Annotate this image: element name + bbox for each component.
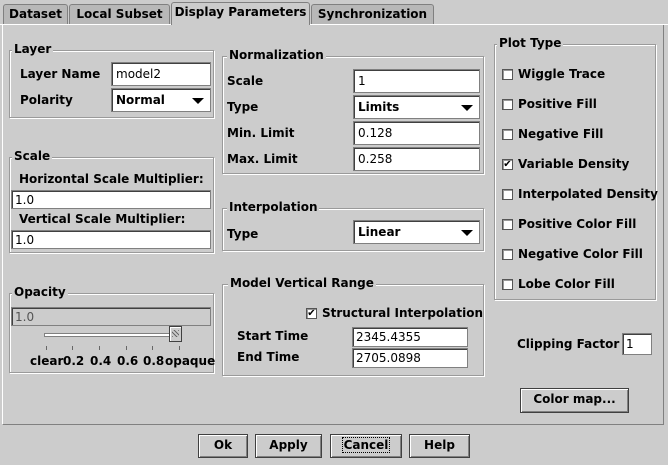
negative-fill-checkbox[interactable]	[502, 129, 513, 140]
help-button[interactable]: Help	[409, 434, 470, 458]
variable-density-label: Variable Density	[518, 157, 630, 171]
variable-density-checkbox[interactable]: ✔	[502, 159, 513, 170]
chevron-down-icon	[461, 105, 473, 111]
interpolation-group-title: Interpolation	[227, 200, 320, 214]
slider-label-0-8: 0.8	[143, 354, 165, 368]
vertical-scale-input[interactable]: 1.0	[11, 230, 211, 249]
structural-interpolation-label: Structural Interpolation	[322, 306, 484, 320]
max-limit-input[interactable]: 0.258	[353, 147, 480, 171]
polarity-value: Normal	[116, 93, 165, 107]
interpolated-density-checkbox[interactable]	[502, 189, 513, 200]
interp-type-value: Linear	[358, 225, 401, 239]
min-limit-input[interactable]: 0.128	[353, 121, 480, 145]
cancel-button[interactable]: Cancel	[330, 434, 402, 458]
opacity-group-title: Opacity	[12, 285, 68, 299]
positive-color-fill-checkbox[interactable]	[502, 219, 513, 230]
start-time-input[interactable]: 2345.4355	[352, 327, 468, 347]
layer-name-input[interactable]: model2	[111, 62, 211, 86]
positive-fill-label: Positive Fill	[518, 97, 597, 111]
opacity-value-field: 1.0	[11, 307, 211, 326]
polarity-label: Polarity	[20, 93, 73, 107]
slider-tick	[99, 346, 100, 350]
apply-button[interactable]: Apply	[255, 434, 322, 458]
check-icon: ✔	[503, 159, 512, 170]
norm-scale-input[interactable]: 1	[353, 69, 480, 93]
layer-group-title: Layer	[12, 42, 54, 56]
slider-label-0-6: 0.6	[117, 354, 139, 368]
slider-tick	[152, 346, 153, 350]
max-limit-label: Max. Limit	[227, 152, 298, 166]
interpolated-density-label: Interpolated Density	[518, 187, 658, 201]
vertical-scale-label: Vertical Scale Multiplier:	[19, 212, 186, 226]
min-limit-label: Min. Limit	[227, 126, 295, 140]
slider-tick	[179, 346, 180, 350]
norm-type-select[interactable]: Limits	[353, 95, 480, 119]
cancel-button-label: Cancel	[341, 437, 391, 453]
plot-type-group-title: Plot Type	[497, 36, 564, 50]
normalization-group-title: Normalization	[227, 48, 326, 62]
chevron-down-icon	[192, 98, 204, 104]
positive-color-fill-label: Positive Color Fill	[518, 217, 637, 231]
slider-label-0-4: 0.4	[90, 354, 112, 368]
opacity-slider-thumb[interactable]	[169, 326, 182, 342]
slider-tick	[72, 346, 73, 350]
lobe-color-fill-checkbox[interactable]	[502, 279, 513, 290]
model-range-group-title: Model Vertical Range	[228, 276, 376, 290]
scale-group-title: Scale	[12, 149, 53, 163]
opacity-slider-track[interactable]	[44, 333, 182, 337]
tab-synchronization[interactable]: Synchronization	[311, 4, 434, 24]
horizontal-scale-label: Horizontal Scale Multiplier:	[19, 172, 204, 186]
negative-fill-label: Negative Fill	[518, 127, 604, 141]
positive-fill-checkbox[interactable]	[502, 99, 513, 110]
end-time-label: End Time	[237, 350, 300, 364]
end-time-input[interactable]: 2705.0898	[352, 348, 468, 368]
wiggle-trace-label: Wiggle Trace	[518, 67, 606, 81]
color-map-button[interactable]: Color map...	[520, 388, 629, 413]
tab-local-subset[interactable]: Local Subset	[69, 4, 170, 24]
horizontal-scale-input[interactable]: 1.0	[11, 190, 211, 209]
norm-type-value: Limits	[358, 100, 400, 114]
structural-interpolation-checkbox[interactable]: ✔	[306, 308, 317, 319]
start-time-label: Start Time	[237, 329, 309, 343]
lobe-color-fill-label: Lobe Color Fill	[518, 277, 615, 291]
clipping-factor-input[interactable]: 1	[622, 333, 652, 355]
norm-type-label: Type	[227, 100, 259, 114]
polarity-select[interactable]: Normal	[111, 88, 211, 112]
interp-type-label: Type	[227, 227, 259, 241]
check-icon: ✔	[307, 308, 316, 319]
interp-type-select[interactable]: Linear	[353, 220, 480, 244]
tab-display-parameters[interactable]: Display Parameters	[171, 2, 310, 25]
negative-color-fill-checkbox[interactable]	[502, 249, 513, 260]
norm-scale-label: Scale	[227, 74, 264, 88]
chevron-down-icon	[461, 230, 473, 236]
slider-label-opaque: opaque	[165, 354, 216, 368]
slider-label-clear: clear	[30, 354, 64, 368]
negative-color-fill-label: Negative Color Fill	[518, 247, 643, 261]
tab-dataset[interactable]: Dataset	[3, 4, 68, 24]
slider-tick	[46, 346, 47, 350]
wiggle-trace-checkbox[interactable]	[502, 69, 513, 80]
ok-button[interactable]: Ok	[198, 434, 248, 458]
clipping-factor-label: Clipping Factor	[517, 337, 620, 351]
slider-label-0-2: 0.2	[63, 354, 85, 368]
layer-name-label: Layer Name	[20, 67, 101, 81]
slider-tick	[126, 346, 127, 350]
